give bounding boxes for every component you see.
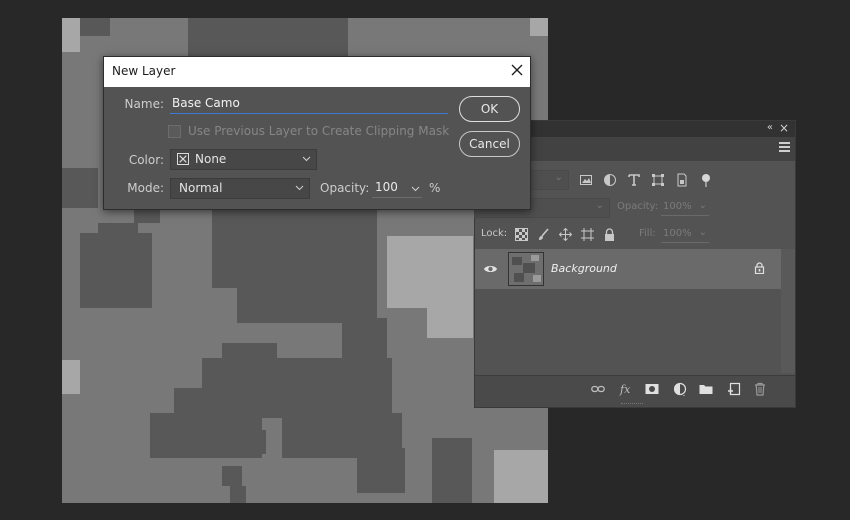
layer-name[interactable]: Background — [551, 262, 617, 275]
close-panel-icon[interactable]: × — [779, 121, 789, 135]
svg-text:fx: fx — [619, 383, 631, 396]
new-layer-dialog: New Layer Name: Use Previous Layer to Cr… — [103, 56, 531, 210]
smart-object-filter-icon[interactable] — [675, 173, 689, 187]
new-group-folder-icon[interactable] — [699, 382, 713, 396]
collapse-panel-icon[interactable]: « — [767, 122, 773, 133]
panel-resize-handle[interactable] — [475, 401, 795, 407]
opacity-label: Opacity: — [320, 181, 370, 195]
panel-opacity-label: Opacity: — [617, 201, 659, 212]
lock-artboard-icon[interactable] — [581, 228, 594, 241]
panel-fill-field[interactable]: 100% ⌄ — [661, 225, 709, 243]
name-label: Name: — [124, 97, 164, 111]
adjustment-filter-icon[interactable] — [603, 173, 617, 187]
type-filter-icon[interactable] — [627, 173, 641, 187]
pixel-filter-icon[interactable] — [579, 173, 593, 187]
color-label: Color: — [128, 153, 164, 167]
lock-image-pixels-icon[interactable] — [537, 228, 550, 241]
dialog-title-bar[interactable]: New Layer — [104, 57, 530, 87]
new-adjustment-layer-icon[interactable] — [673, 382, 687, 396]
panel-bottom-toolbar: fx — [475, 375, 795, 402]
lock-label: Lock: — [481, 228, 508, 239]
opacity-input[interactable]: 100 — [372, 178, 422, 198]
layer-thumbnail[interactable] — [508, 252, 544, 286]
color-select-value: None — [195, 152, 227, 166]
lock-icon — [754, 262, 765, 274]
no-color-x-icon — [177, 153, 189, 165]
shape-filter-icon[interactable] — [651, 173, 665, 187]
opacity-unit: % — [429, 181, 441, 195]
lock-position-icon[interactable] — [559, 228, 572, 241]
mode-label: Mode: — [127, 181, 164, 195]
lock-transparent-pixels-icon[interactable] — [515, 228, 528, 241]
panel-menu-icon[interactable] — [779, 142, 790, 152]
chevron-down-icon[interactable] — [411, 184, 420, 193]
ok-button[interactable]: OK — [459, 96, 520, 122]
chevron-down-icon: ⌄ — [698, 200, 707, 211]
chevron-down-icon: ⌄ — [698, 227, 707, 238]
trash-icon[interactable] — [753, 382, 767, 396]
blend-mode-value: Normal — [179, 181, 223, 195]
close-icon[interactable] — [510, 63, 524, 77]
opacity-value: 100 — [375, 180, 398, 194]
panel-fill-label: Fill: — [639, 228, 656, 239]
clipping-mask-checkbox[interactable] — [168, 125, 181, 138]
eye-icon[interactable] — [483, 262, 498, 276]
add-mask-icon[interactable] — [645, 382, 659, 396]
lock-row: Lock: Fill: 100% ⌄ — [475, 224, 795, 246]
panel-scrollbar[interactable] — [781, 249, 795, 373]
chevron-down-icon — [295, 185, 304, 191]
chevron-down-icon — [302, 156, 311, 162]
fx-layer-style-icon[interactable]: fx — [619, 382, 633, 396]
cancel-button[interactable]: Cancel — [459, 131, 520, 157]
link-layers-icon[interactable] — [591, 382, 605, 396]
layer-name-input[interactable] — [170, 93, 448, 114]
clipping-mask-label: Use Previous Layer to Create Clipping Ma… — [188, 124, 450, 138]
new-layer-icon[interactable] — [727, 382, 741, 396]
dialog-title: New Layer — [112, 64, 176, 78]
panel-fill-value: 100% — [663, 228, 692, 239]
lock-all-icon[interactable] — [603, 228, 616, 241]
blend-mode-select[interactable]: Normal — [170, 178, 310, 199]
filter-toggle-icon[interactable] — [699, 173, 713, 187]
color-select[interactable]: None — [170, 149, 317, 170]
panel-opacity-field[interactable]: 100% ⌄ — [661, 198, 709, 216]
panel-opacity-value: 100% — [663, 201, 692, 212]
layer-row-background[interactable]: Background — [475, 249, 781, 289]
